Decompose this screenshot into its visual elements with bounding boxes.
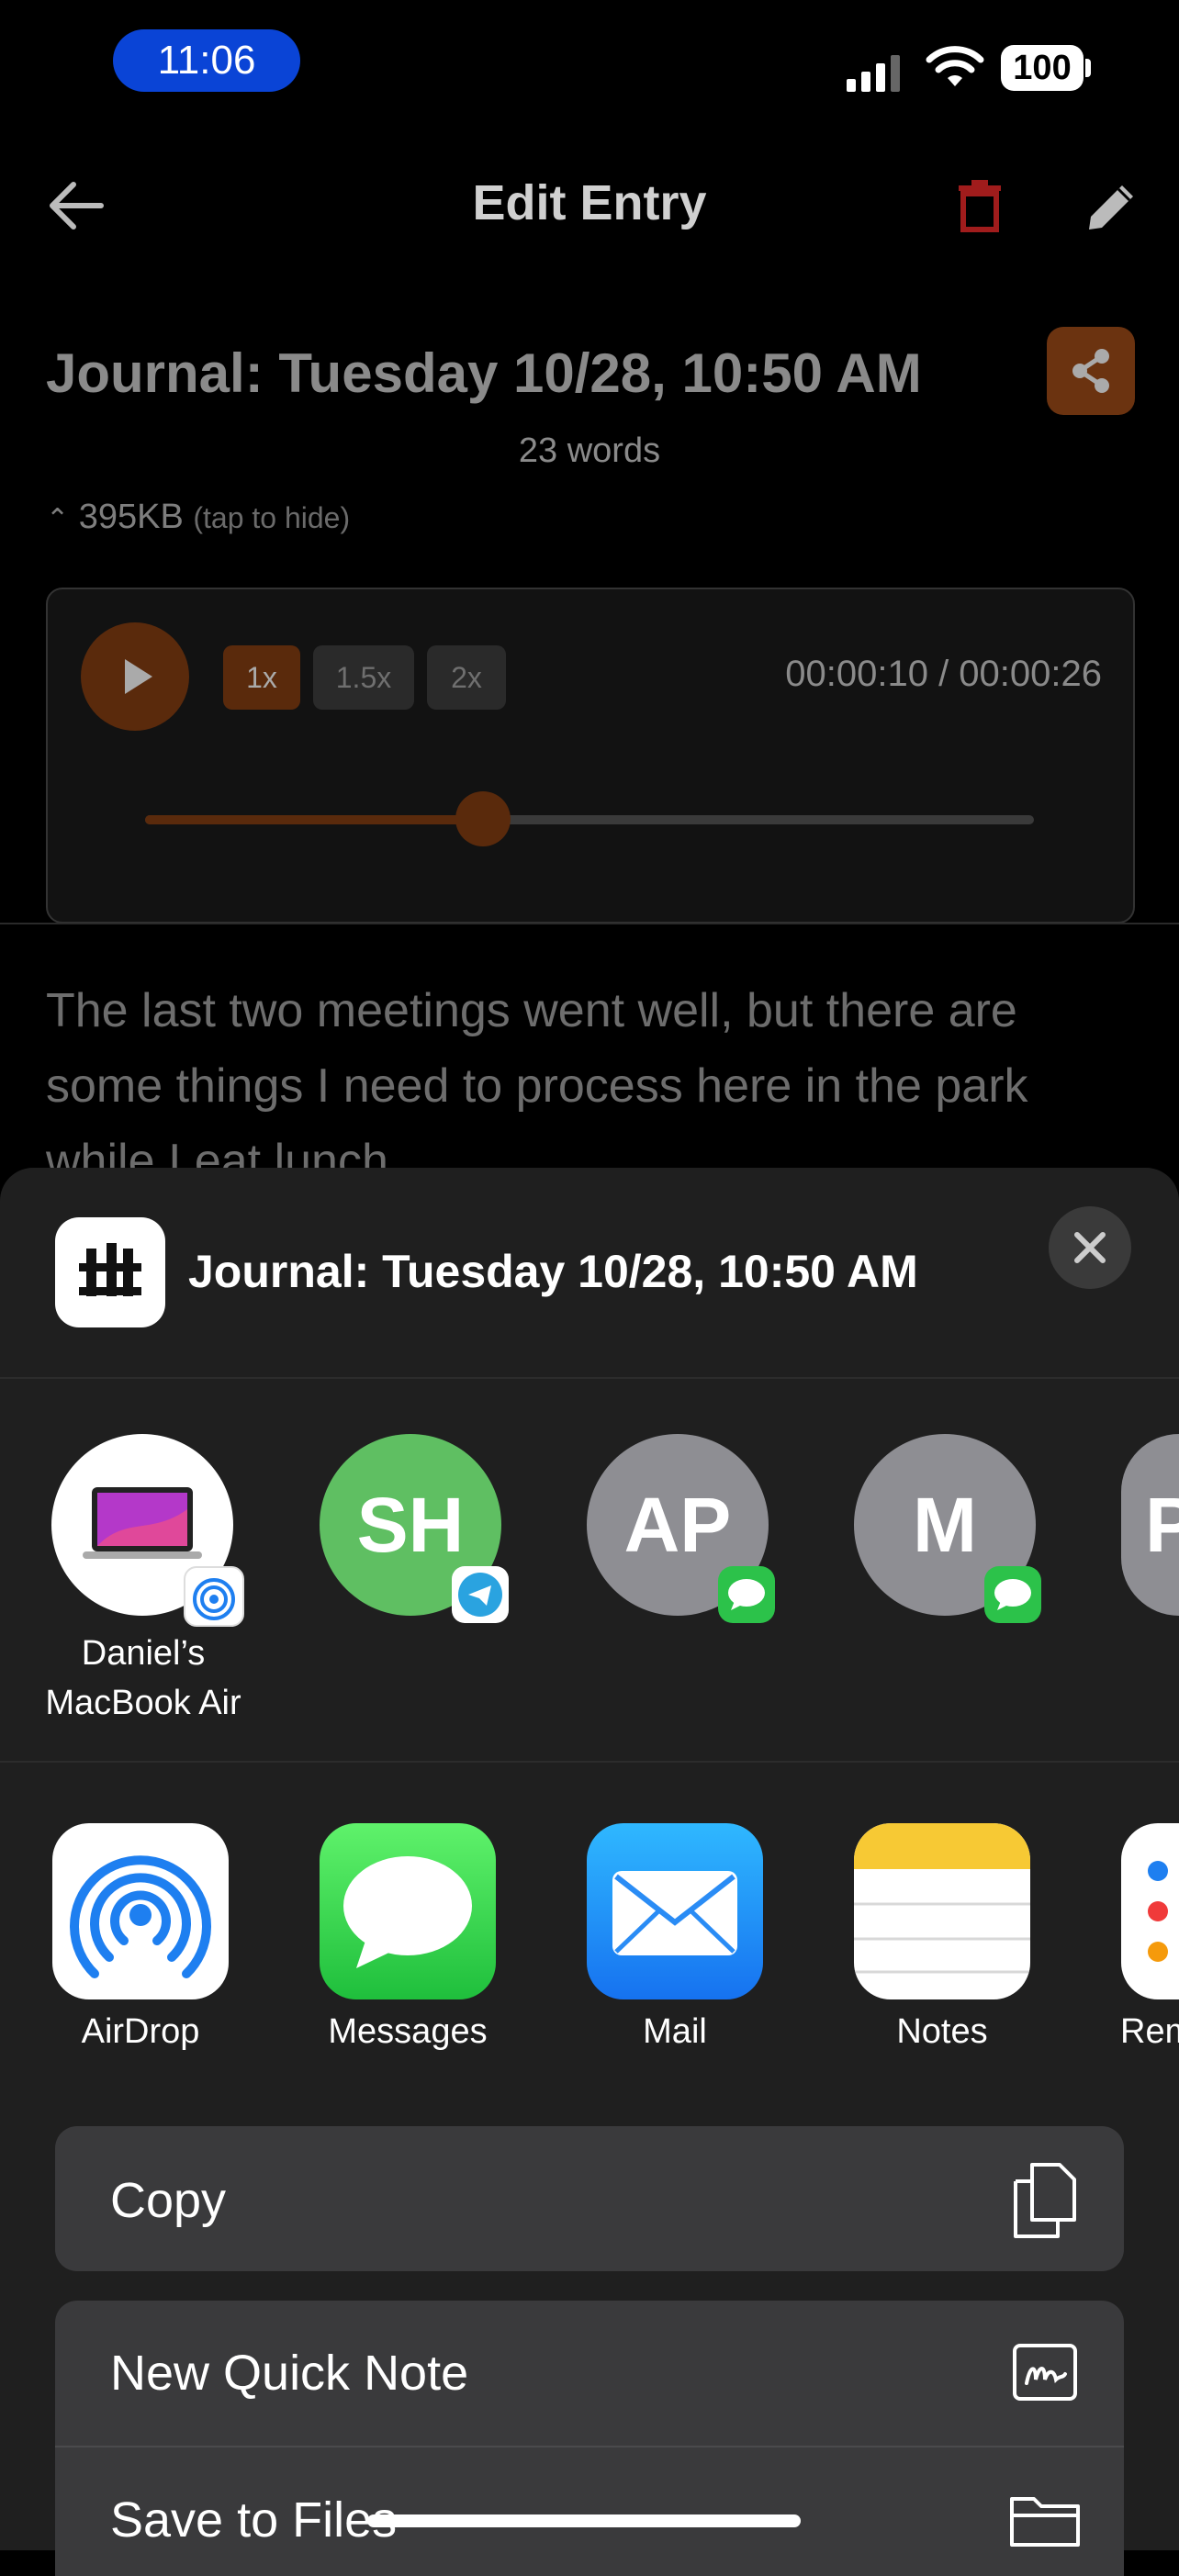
airdrop-icon [70, 1855, 211, 1978]
airdrop-badge-icon [184, 1566, 244, 1627]
quick-note-icon [1013, 2344, 1077, 2401]
app-logo-icon [55, 1217, 165, 1327]
person-label-line2: MacBook Air [45, 1684, 241, 1722]
play-icon [125, 659, 152, 694]
app-label-airdrop: AirDrop [81, 2012, 200, 2051]
copy-icon [1014, 2163, 1076, 2238]
sheet-divider [0, 1761, 1179, 1763]
airdrop-app[interactable] [52, 1823, 229, 1999]
wifi-icon [926, 46, 984, 86]
app-label-mail: Mail [643, 2012, 707, 2051]
play-button[interactable] [81, 622, 189, 731]
speed-1-5x-button[interactable]: 1.5x [313, 645, 414, 710]
delete-icon[interactable] [957, 178, 1003, 233]
entry-title: Journal: Tuesday 10/28, 10:50 AM [46, 342, 922, 404]
close-button[interactable] [1049, 1206, 1131, 1289]
reminders-app[interactable] [1121, 1823, 1179, 1999]
save-to-files-label[interactable]: Save to Files [110, 2492, 397, 2548]
cellular-signal-icon [847, 55, 900, 92]
share-sheet-title: Journal: Tuesday 10/28, 10:50 AM [188, 1246, 918, 1297]
playback-timecode: 00:00:10 / 00:00:26 [785, 654, 1102, 694]
speed-1x-button[interactable]: 1x [223, 645, 300, 710]
folder-icon [1010, 2497, 1080, 2547]
messages-icon [343, 1856, 472, 1968]
audio-size: 395KB [78, 498, 184, 536]
close-icon [1074, 1232, 1106, 1263]
divider [0, 923, 1179, 924]
messages-badge-icon [718, 1566, 775, 1623]
seek-handle[interactable] [455, 791, 511, 846]
reminders-icon [1148, 1861, 1168, 1962]
mail-app[interactable] [587, 1823, 763, 1999]
entry-body: The last two meetings went well, but the… [46, 984, 1028, 1188]
app-label-notes: Notes [896, 2012, 988, 2051]
home-indicator [367, 2514, 801, 2527]
word-count: 23 words [518, 431, 661, 470]
person-p[interactable]: P [1121, 1434, 1179, 1616]
telegram-badge-icon [452, 1566, 509, 1623]
tap-to-hide-hint: (tap to hide) [193, 501, 351, 534]
person-label-line1: Daniel’s [81, 1634, 206, 1673]
new-quick-note-label[interactable]: New Quick Note [110, 2345, 468, 2402]
app-label-messages: Messages [328, 2012, 488, 2051]
sheet-divider [0, 1377, 1179, 1379]
person-label-macbook: Daniel’s MacBook Air [42, 1629, 244, 1728]
battery-nub [1085, 59, 1091, 77]
audio-player [46, 588, 1135, 924]
mail-icon [612, 1871, 737, 1955]
chevron-up-icon: ⌃ [46, 504, 70, 534]
action-divider [55, 2446, 1124, 2447]
messages-badge-icon [984, 1566, 1041, 1623]
copy-label: Copy [110, 2173, 227, 2228]
notes-icon [854, 1823, 1030, 1974]
notes-app[interactable] [854, 1823, 1030, 1999]
messages-app[interactable] [320, 1823, 496, 1999]
share-icon [1072, 349, 1109, 393]
app-label-reminders: Rem [1120, 2012, 1179, 2051]
status-time: 11:06 [113, 29, 300, 92]
share-button[interactable] [1047, 327, 1135, 415]
audio-size-toggle[interactable]: ⌃ 395KB (tap to hide) [46, 498, 350, 537]
seek-progress [145, 815, 483, 824]
battery-indicator: 100 [1001, 45, 1084, 91]
speed-2x-button[interactable]: 2x [427, 645, 506, 710]
edit-pencil-icon[interactable] [1085, 180, 1139, 233]
